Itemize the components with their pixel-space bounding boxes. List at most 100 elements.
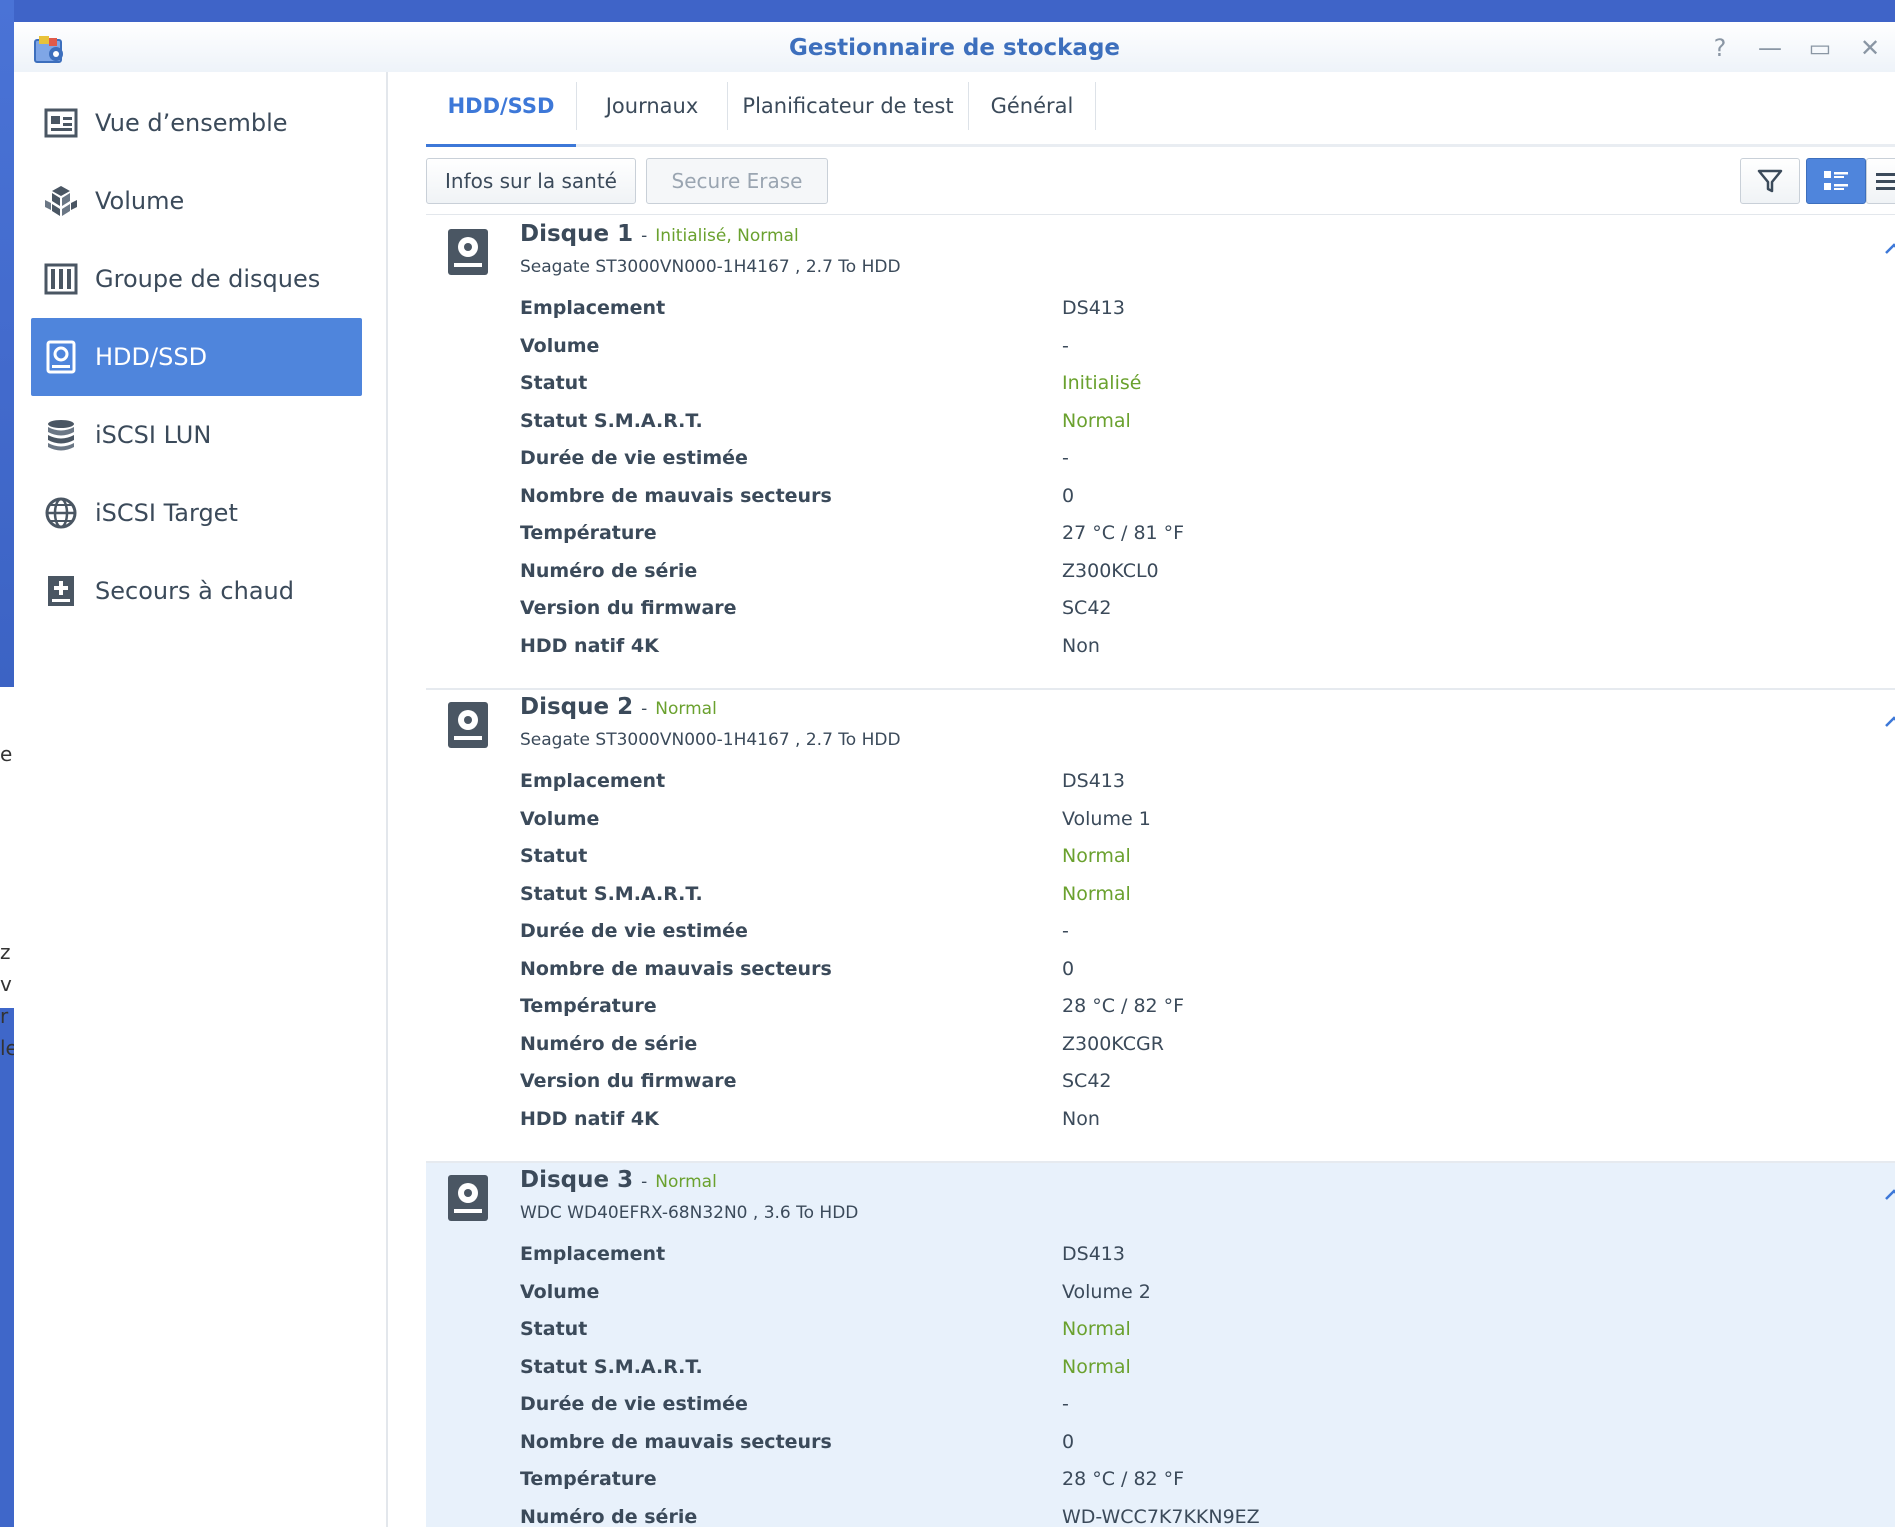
disk-property-row: Nombre de mauvais secteurs 0 [520,958,1895,989]
minimize-icon[interactable]: — [1745,34,1795,62]
filter-button[interactable] [1740,158,1800,204]
property-label: HDD natif 4K [520,1107,659,1130]
disk-panel[interactable]: Disque 2 - Normal Seagate ST3000VN000-1H4… [426,688,1895,1160]
property-label: Volume [520,1280,600,1303]
sidebar-item-disk-group[interactable]: Groupe de disques [31,240,362,318]
disk-property-row: Numéro de série Z300KCGR [520,1033,1895,1064]
desktop-text-fragment: r [0,1004,9,1028]
property-label: Nombre de mauvais secteurs [520,484,832,507]
health-info-button[interactable]: Infos sur la santé [426,158,636,204]
property-label: Statut S.M.A.R.T. [520,882,703,905]
secure-erase-button[interactable]: Secure Erase [646,158,828,204]
hdd-icon [446,227,490,277]
sidebar-item-overview[interactable]: Vue d’ensemble [31,84,362,162]
disk-property-row: Statut Normal [520,1318,1895,1349]
disk-group-icon [43,261,79,297]
disk-property-row: Emplacement DS413 [520,1243,1895,1274]
property-value: 28 °C / 82 °F [1062,1468,1185,1490]
property-label: Emplacement [520,297,666,319]
property-value: Normal [1062,1318,1131,1340]
disk-property-row: Nombre de mauvais secteurs 0 [520,485,1895,516]
disk-property-row: Emplacement DS413 [520,770,1895,801]
property-label: Emplacement [520,770,666,792]
disk-panel[interactable]: Disque 3 - Normal WDC WD40EFRX-68N32N0 , … [426,1161,1895,1527]
sidebar-item-hot-spare[interactable]: Secours à chaud [31,552,362,630]
disk-property-row: Nombre de mauvais secteurs 0 [520,1431,1895,1462]
property-value: 0 [1062,484,1075,507]
list-view-icon [1876,173,1895,190]
disk-property-row: Durée de vie estimée - [520,920,1895,951]
close-icon[interactable]: ✕ [1845,34,1895,62]
hdd-icon [446,1173,490,1223]
sidebar-item-hdd-ssd[interactable]: HDD/SSD [31,318,362,396]
property-label: Numéro de série [520,1505,698,1527]
property-value: 0 [1062,1430,1075,1453]
disk-property-row: Statut S.M.A.R.T. Normal [520,410,1895,441]
sidebar-item-iscsi-lun[interactable]: iSCSI LUN [31,396,362,474]
maximize-icon[interactable]: ▭ [1795,34,1845,62]
disk-status: Initialisé, Normal [655,226,799,246]
property-label: Température [520,522,657,544]
detail-view-button[interactable] [1806,158,1866,204]
tab-bar: HDD/SSD Journaux Planificateur de test G… [426,72,1895,147]
tab-test-scheduler[interactable]: Planificateur de test [728,86,968,126]
hot-spare-icon [43,573,79,609]
collapse-chevron-icon[interactable] [1882,237,1895,261]
disk-property-row: Statut Normal [520,845,1895,876]
property-label: HDD natif 4K [520,634,659,657]
disk-property-row: Version du firmware SC42 [520,597,1895,628]
disk-property-row: Statut S.M.A.R.T. Normal [520,1356,1895,1387]
property-label: Température [520,1468,657,1490]
hdd-icon [43,339,79,375]
property-label: Volume [520,807,600,830]
toolbar: Infos sur la santé Secure Erase [426,158,1895,210]
window-controls: ? — ▭ ✕ [1695,28,1895,68]
property-label: Statut [520,845,588,867]
sidebar-item-iscsi-target[interactable]: iSCSI Target [31,474,362,552]
disk-property-row: Durée de vie estimée - [520,1393,1895,1424]
property-label: Statut [520,372,588,394]
collapse-chevron-icon[interactable] [1882,710,1895,734]
property-label: Température [520,995,657,1017]
property-value: DS413 [1062,770,1125,792]
disk-property-row: Numéro de série WD-WCC7K7KKN9EZ [520,1506,1895,1527]
detail-view-icon [1824,171,1848,190]
property-value: DS413 [1062,1243,1125,1265]
tab-divider [1095,82,1096,130]
window-title: Gestionnaire de stockage [788,35,1121,61]
list-view-button[interactable] [1866,158,1895,204]
property-label: Nombre de mauvais secteurs [520,957,832,980]
filter-icon [1757,169,1783,193]
property-value: - [1062,920,1069,942]
disk-property-row: HDD natif 4K Non [520,635,1895,666]
property-label: Durée de vie estimée [520,920,748,942]
property-value: Z300KCL0 [1062,559,1159,582]
tab-logs[interactable]: Journaux [577,86,727,126]
disk-name: Disque 2 [520,694,634,720]
disk-property-row: HDD natif 4K Non [520,1108,1895,1139]
property-label: Nombre de mauvais secteurs [520,1430,832,1453]
collapse-chevron-icon[interactable] [1882,1183,1895,1207]
help-icon[interactable]: ? [1695,34,1745,62]
property-value: - [1062,334,1069,357]
desktop-text-fragment: z [0,940,11,964]
tab-general[interactable]: Général [969,86,1095,126]
property-value: Normal [1062,1355,1131,1378]
sidebar-item-label: Vue d’ensemble [95,109,288,137]
disk-property-row: Température 27 °C / 81 °F [520,522,1895,553]
property-value: SC42 [1062,597,1112,619]
sidebar-item-label: iSCSI Target [95,499,238,527]
tab-hdd-ssd[interactable]: HDD/SSD [426,86,576,126]
title-bar[interactable]: Gestionnaire de stockage ? — ▭ ✕ [14,22,1895,73]
disk-property-row: Durée de vie estimée - [520,447,1895,478]
sidebar-item-volume[interactable]: Volume [31,162,362,240]
disk-panel[interactable]: Disque 1 - Initialisé, Normal Seagate ST3… [426,215,1895,687]
disk-divider [426,1161,1895,1163]
desktop-text-fragment: le [0,1036,14,1060]
property-value: 0 [1062,957,1075,980]
property-label: Volume [520,334,600,357]
storage-manager-window: Gestionnaire de stockage ? — ▭ ✕ Vue d’e… [14,22,1895,1527]
disk-title: Disque 2 - Normal [520,694,717,720]
sidebar-item-label: Secours à chaud [95,577,294,605]
disk-property-row: Statut Initialisé [520,372,1895,403]
